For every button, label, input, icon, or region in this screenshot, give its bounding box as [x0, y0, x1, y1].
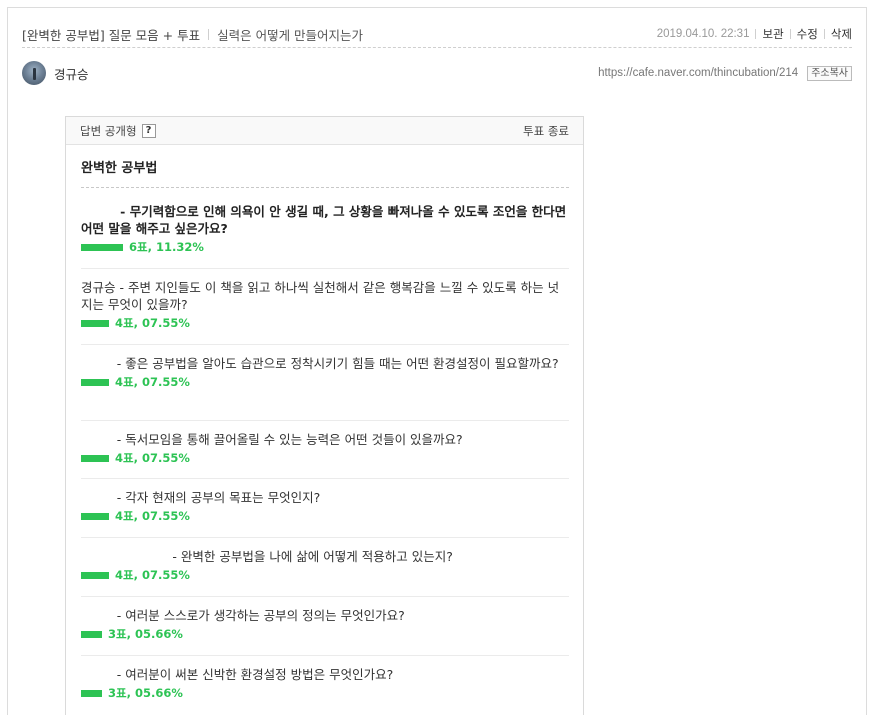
title-divider	[208, 28, 210, 40]
vote-result-row: 4표, 07.55%	[81, 568, 569, 582]
vote-title: 완벽한 공부법	[81, 161, 158, 176]
vote-item: - 독서모임을 통해 끌어올릴 수 있는 능력은 어떤 것들이 있을까요? 4표,…	[81, 431, 569, 465]
vote-header: 답변 공개형 ? 투표 종료	[66, 117, 583, 145]
menu-name-link[interactable]: [완벽한 공부법] 질문 모음 + 투표	[22, 25, 200, 44]
vote-result-bar	[81, 243, 123, 251]
vote-result-count: 4표, 07.55%	[115, 451, 190, 465]
vote-item: - 완벽한 공부법을 나에 삶에 어떻게 적용하고 있는지? 4표, 07.55%	[81, 548, 569, 582]
vote-result-row: 4표, 07.55%	[81, 316, 569, 330]
vote-item-question: - 여러분 스스로가 생각하는 공부의 정의는 무엇인가요?	[81, 608, 405, 623]
author-row: 경규승 https://cafe.naver.com/thincubation/…	[22, 60, 852, 86]
vote-result-row: 4표, 07.55%	[81, 509, 569, 523]
vote-result-bar	[81, 454, 109, 462]
vote-box: 답변 공개형 ? 투표 종료 완벽한 공부법 - 무기력함으로 인해 의욕이 안…	[65, 116, 584, 715]
vote-result-bar	[81, 378, 109, 386]
post-title: 실력은 어떻게 만들어지는가	[217, 27, 364, 43]
author-nickname[interactable]: 경규승	[54, 64, 89, 83]
vote-item-question: - 여러분이 써본 신박한 환경설정 방법은 무엇인가요?	[81, 667, 394, 682]
vote-item-divider	[81, 420, 569, 421]
vote-item-divider	[81, 537, 569, 538]
vote-result-bar	[81, 512, 109, 520]
meta-divider	[823, 29, 825, 39]
vote-item-question: - 무기력함으로 인해 의욕이 안 생길 때, 그 상황을 빠져나올 수 있도록…	[81, 204, 571, 236]
edit-button[interactable]: 수정	[797, 26, 818, 42]
meta-divider	[789, 29, 791, 39]
vote-item-question: - 각자 현재의 공부의 목표는 무엇인지?	[81, 490, 321, 505]
meta-divider	[755, 29, 757, 39]
avatar[interactable]	[22, 61, 46, 85]
vote-item-question: - 좋은 공부법을 알아도 습관으로 정착시키기 힘들 때는 어떤 환경설정이 …	[81, 356, 559, 371]
vote-result-count: 4표, 07.55%	[115, 568, 190, 582]
vote-item: 경규승 - 주변 지인들도 이 책을 읽고 하나씩 실천해서 같은 행복감을 느…	[81, 279, 569, 330]
delete-button[interactable]: 삭제	[831, 26, 852, 42]
vote-result-row: 4표, 07.55%	[81, 451, 569, 465]
vote-result-count: 4표, 07.55%	[115, 316, 190, 330]
vote-result-count: 4표, 07.55%	[115, 509, 190, 523]
vote-item-divider	[81, 596, 569, 597]
vote-result-bar	[81, 630, 102, 638]
vote-item: - 각자 현재의 공부의 목표는 무엇인지? 4표, 07.55%	[81, 489, 569, 523]
post-date: 2019.04.10. 22:31	[656, 28, 750, 40]
vote-result-count: 3표, 05.66%	[108, 686, 183, 700]
vote-result-bar	[81, 689, 102, 697]
header-divider	[22, 47, 852, 48]
post-meta: 2019.04.10. 22:31 보관 수정 삭제	[657, 26, 852, 42]
vote-title-divider	[81, 187, 569, 188]
vote-result-row: 6표, 11.32%	[81, 240, 569, 254]
vote-result-count: 3표, 05.66%	[108, 627, 183, 641]
vote-item: - 좋은 공부법을 알아도 습관으로 정착시키기 힘들 때는 어떤 환경설정이 …	[81, 355, 569, 389]
vote-result-count: 6표, 11.32%	[129, 240, 204, 254]
vote-item: - 여러분이 써본 신박한 환경설정 방법은 무엇인가요? 3표, 05.66%	[81, 666, 569, 700]
vote-type-label: 답변 공개형	[80, 123, 137, 138]
vote-item: - 여러분 스스로가 생각하는 공부의 정의는 무엇인가요? 3표, 05.66%	[81, 607, 569, 641]
save-button[interactable]: 보관	[762, 26, 783, 42]
vote-item: - 무기력함으로 인해 의욕이 안 생길 때, 그 상황을 빠져나올 수 있도록…	[81, 203, 569, 254]
vote-result-row: 3표, 05.66%	[81, 627, 569, 641]
vote-result-row: 4표, 07.55%	[81, 375, 569, 389]
vote-result-count: 4표, 07.55%	[115, 375, 190, 389]
vote-item-divider	[81, 268, 569, 269]
end-vote-button[interactable]: 투표 종료	[523, 123, 569, 139]
vote-item-divider	[81, 344, 569, 345]
post-url: https://cafe.naver.com/thincubation/214	[598, 67, 799, 79]
vote-item-question: - 독서모임을 통해 끌어올릴 수 있는 능력은 어떤 것들이 있을까요?	[81, 432, 463, 447]
post-url-wrap: https://cafe.naver.com/thincubation/214 …	[598, 65, 852, 81]
vote-item-divider	[81, 655, 569, 656]
help-icon[interactable]: ?	[141, 123, 156, 138]
vote-result-bar	[81, 571, 109, 579]
vote-result-row: 3표, 05.66%	[81, 686, 569, 700]
vote-item-divider	[81, 478, 569, 479]
vote-item-question: - 완벽한 공부법을 나에 삶에 어떻게 적용하고 있는지?	[81, 549, 453, 564]
vote-result-bar	[81, 319, 109, 327]
copy-url-button[interactable]: 주소복사	[807, 65, 852, 81]
vote-item-question: 경규승 - 주변 지인들도 이 책을 읽고 하나씩 실천해서 같은 행복감을 느…	[81, 280, 560, 312]
post-title-row: [완벽한 공부법] 질문 모음 + 투표 실력은 어떻게 만들어지는가 2019…	[22, 25, 852, 43]
